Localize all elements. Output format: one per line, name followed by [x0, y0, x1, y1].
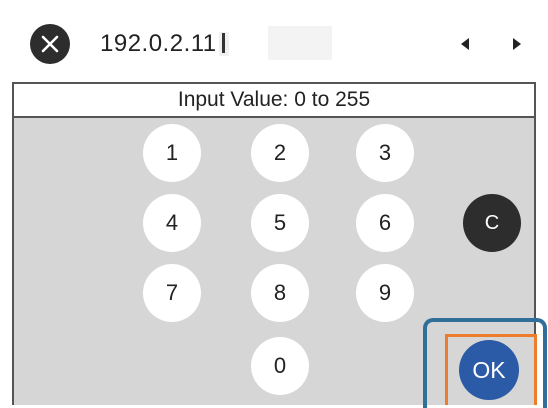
key-1[interactable]: 1 — [143, 124, 201, 182]
close-icon — [41, 35, 59, 53]
key-3[interactable]: 3 — [356, 124, 414, 182]
frame-left-border — [12, 82, 14, 405]
key-2[interactable]: 2 — [251, 124, 309, 182]
key-5[interactable]: 5 — [251, 194, 309, 252]
ok-button[interactable]: OK — [459, 340, 519, 400]
clear-button[interactable]: C — [463, 194, 521, 252]
triangle-right-icon — [513, 38, 521, 50]
ip-input-screen: 192.0.2.11 Input Value: 0 to 255 1 2 3 4… — [0, 0, 548, 408]
cursor-left-button[interactable] — [450, 30, 480, 58]
close-button[interactable] — [30, 24, 70, 64]
triangle-left-icon — [461, 38, 469, 50]
cursor-right-button[interactable] — [502, 30, 532, 58]
ip-address-field[interactable]: 192.0.2.11 — [100, 22, 332, 66]
key-7[interactable]: 7 — [143, 264, 201, 322]
header-bar: 192.0.2.11 — [0, 0, 548, 80]
key-6[interactable]: 6 — [356, 194, 414, 252]
input-range-hint: Input Value: 0 to 255 — [14, 84, 534, 116]
text-cursor — [218, 32, 229, 56]
key-8[interactable]: 8 — [251, 264, 309, 322]
key-0[interactable]: 0 — [251, 337, 309, 395]
key-9[interactable]: 9 — [356, 264, 414, 322]
ip-address-value: 192.0.2.11 — [100, 30, 217, 57]
key-4[interactable]: 4 — [143, 194, 201, 252]
